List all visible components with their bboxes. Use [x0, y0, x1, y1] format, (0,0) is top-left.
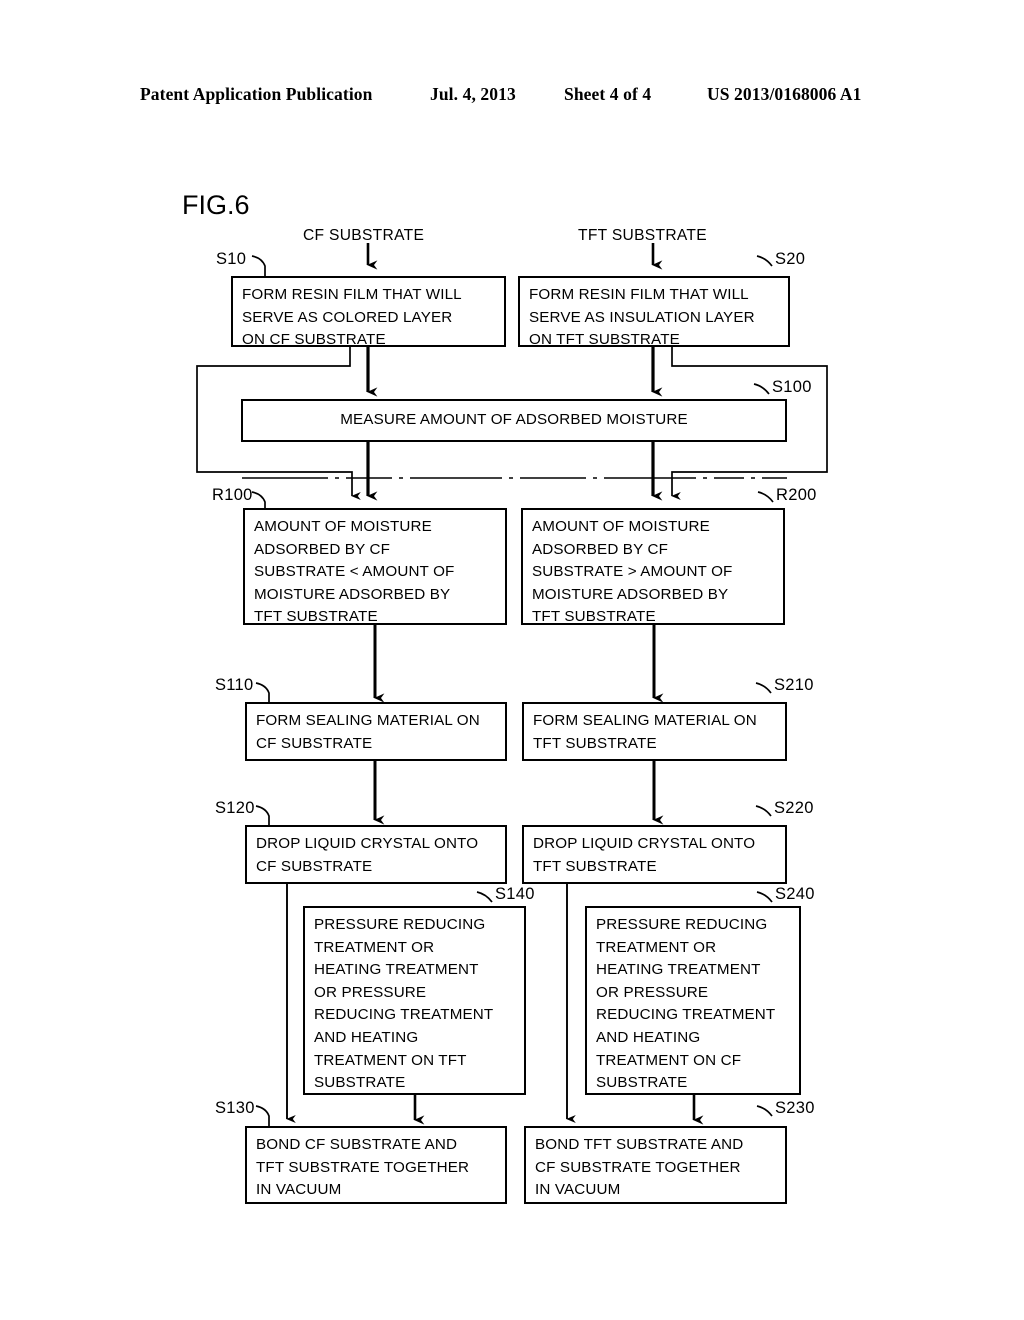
box-s20: FORM RESIN FILM THAT WILL SERVE AS INSUL… — [518, 276, 790, 348]
box-s120: DROP LIQUID CRYSTAL ONTO CF SUBSTRATE — [245, 825, 507, 884]
figure-title: FIG.6 — [182, 190, 250, 220]
step-ref-s10: S10 — [216, 250, 247, 268]
box-s230: BOND TFT SUBSTRATE AND CF SUBSTRATE TOGE… — [524, 1126, 787, 1204]
box-s130: BOND CF SUBSTRATE AND TFT SUBSTRATE TOGE… — [245, 1126, 507, 1204]
step-ref-s230: S230 — [775, 1099, 815, 1117]
step-ref-s140: S140 — [495, 885, 535, 903]
column-label-cf: CF SUBSTRATE — [303, 227, 425, 244]
box-s110: FORM SEALING MATERIAL ON CF SUBSTRATE — [245, 702, 507, 761]
step-ref-s220: S220 — [774, 799, 814, 817]
box-s210: FORM SEALING MATERIAL ON TFT SUBSTRATE — [522, 702, 787, 761]
step-ref-r200: R200 — [776, 486, 817, 504]
box-s240: PRESSURE REDUCING TREATMENT OR HEATING T… — [585, 906, 801, 1095]
box-s220: DROP LIQUID CRYSTAL ONTO TFT SUBSTRATE — [522, 825, 787, 884]
column-label-tft: TFT SUBSTRATE — [578, 227, 707, 244]
step-ref-leaders — [251, 255, 774, 1126]
step-ref-s130: S130 — [215, 1099, 255, 1117]
step-ref-s210: S210 — [774, 676, 814, 694]
box-s100: MEASURE AMOUNT OF ADSORBED MOISTURE — [241, 399, 787, 442]
box-r200: AMOUNT OF MOISTURE ADSORBED BY CF SUBSTR… — [521, 508, 785, 625]
flowchart-connectors — [196, 243, 828, 1125]
box-s10: FORM RESIN FILM THAT WILL SERVE AS COLOR… — [231, 276, 506, 348]
step-ref-s20: S20 — [775, 250, 806, 268]
step-ref-s120: S120 — [215, 799, 255, 817]
box-r100: AMOUNT OF MOISTURE ADSORBED BY CF SUBSTR… — [243, 508, 507, 625]
step-ref-s110: S110 — [215, 676, 254, 694]
figure-6: FIG.6 CF SUBSTRATE TFT SUBSTRATE S10 S20… — [0, 0, 1024, 1320]
step-ref-s100: S100 — [772, 378, 812, 396]
step-ref-s240: S240 — [775, 885, 815, 903]
step-ref-r100: R100 — [212, 486, 253, 504]
box-s140: PRESSURE REDUCING TREATMENT OR HEATING T… — [303, 906, 526, 1095]
